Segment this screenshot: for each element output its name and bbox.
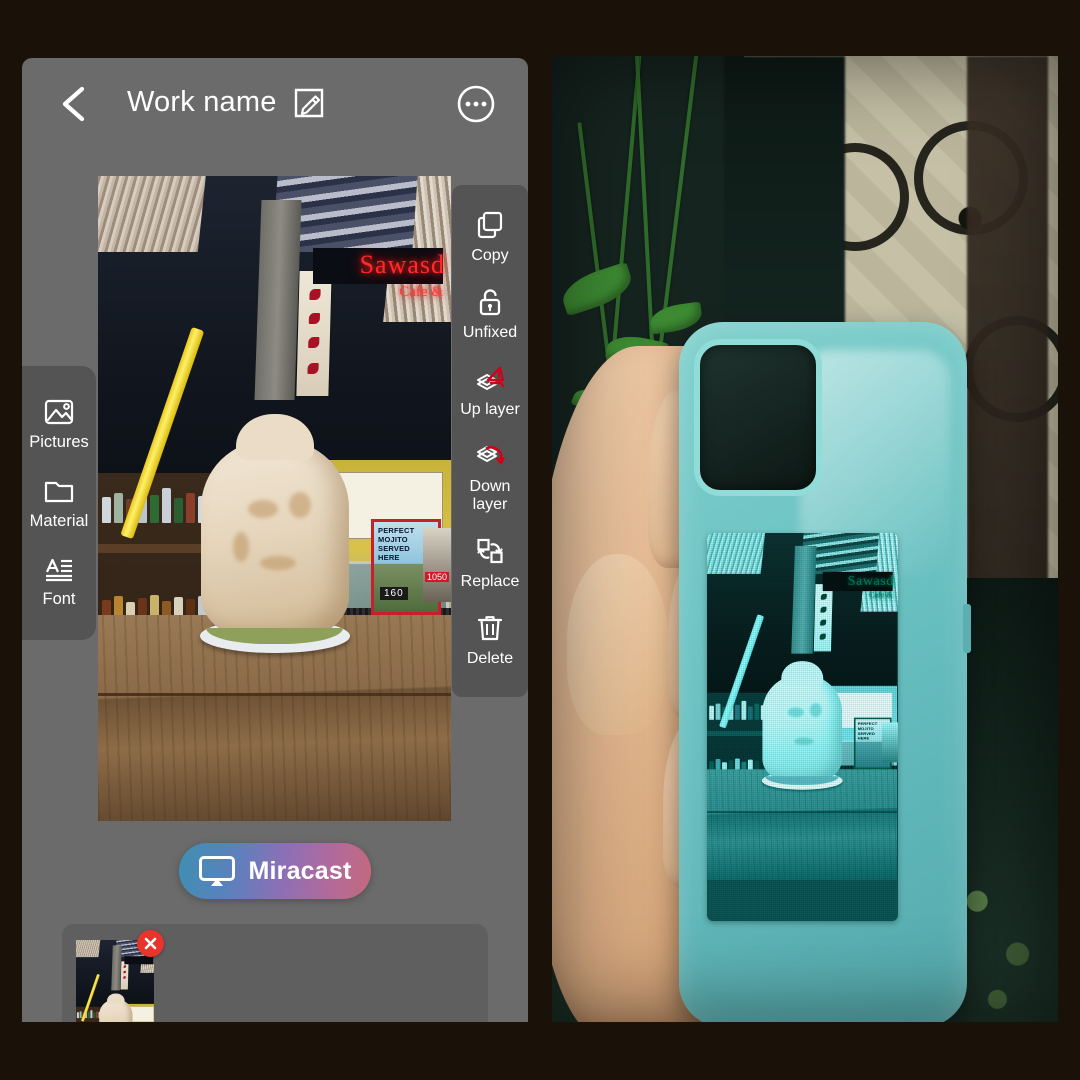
tool-rail: Pictures Material Font xyxy=(22,366,96,640)
text-font-icon xyxy=(46,558,72,582)
thumbnail-delete-button[interactable] xyxy=(137,930,164,957)
editor-panel: Work name Sawasd Cafe & PERFECT MOJITO S… xyxy=(22,58,528,1022)
more-options-icon[interactable] xyxy=(456,84,496,124)
toolbar-item-label: Replace xyxy=(460,573,520,590)
neon-sign-line1: Sawasd xyxy=(359,250,445,279)
trash-icon xyxy=(477,616,503,641)
close-x-icon xyxy=(144,937,157,950)
phone-case: Sawasd Cafe & xyxy=(678,321,972,1022)
camera-cutout xyxy=(694,339,822,496)
miracast-button[interactable]: Miracast xyxy=(179,843,371,899)
edit-pencil-icon[interactable] xyxy=(293,87,325,119)
toolbar-item-label: Down layer xyxy=(469,478,511,513)
toolbar-item-label: Unfixed xyxy=(462,324,518,341)
photo-scene-bar: Sawasd Cafe & PERFECT MOJITO SERVED HERE… xyxy=(98,176,451,821)
thumbnail-tray xyxy=(62,924,488,1022)
toolbar-item-label: Delete xyxy=(466,650,514,667)
sidebar-item-label: Pictures xyxy=(29,433,89,451)
screenshot-stage: Work name Sawasd Cafe & PERFECT MOJITO S… xyxy=(0,0,1080,1080)
sidebar-item-font[interactable]: Font xyxy=(22,541,96,620)
miracast-label: Miracast xyxy=(248,856,352,885)
toolbar-item-label: Copy xyxy=(471,247,509,264)
image-icon xyxy=(44,399,74,425)
work-title-group: Work name xyxy=(127,86,325,119)
product-photo-panel: Sawasd Cafe & xyxy=(552,56,1058,1022)
folder-icon xyxy=(44,481,74,502)
toolbar-item-copy[interactable]: Copy xyxy=(452,199,528,276)
poster-price: 160 xyxy=(380,586,408,600)
back-chevron-icon[interactable] xyxy=(58,84,92,124)
sidebar-item-label: Material xyxy=(29,511,89,530)
cast-screen-icon xyxy=(199,856,236,886)
poster-text: PERFECT MOJITO SERVED HERE xyxy=(378,525,415,562)
toolbar-item-down-layer[interactable]: Down layer xyxy=(452,430,528,525)
toolbar-item-delete[interactable]: Delete xyxy=(452,602,528,679)
context-toolbar: Copy Unfixed Up layer Down layer Replace… xyxy=(452,185,528,697)
poster2-price: 1050 xyxy=(425,571,450,582)
secondary-poster: 1050 xyxy=(423,527,451,602)
sidebar-item-pictures[interactable]: Pictures xyxy=(22,384,96,463)
editor-header: Work name xyxy=(22,58,528,150)
unlock-icon xyxy=(479,289,501,316)
layer-down-icon xyxy=(477,446,505,465)
neon-sign-line2: Cafe & xyxy=(399,284,443,300)
sidebar-item-label: Font xyxy=(42,590,76,608)
replace-swap-icon xyxy=(477,538,503,564)
page-title: Work name xyxy=(127,86,277,118)
toolbar-item-label: Up layer xyxy=(460,401,520,418)
printed-photo: Sawasd Cafe & xyxy=(707,533,898,922)
layer-up-icon xyxy=(477,366,505,390)
toolbar-item-up-layer[interactable]: Up layer xyxy=(452,353,528,430)
coconut-drink xyxy=(200,440,349,645)
canvas-photo[interactable]: Sawasd Cafe & PERFECT MOJITO SERVED HERE… xyxy=(98,176,451,821)
toolbar-item-unfixed[interactable]: Unfixed xyxy=(452,276,528,353)
copy-icon xyxy=(477,211,503,239)
sidebar-item-material[interactable]: Material xyxy=(22,463,96,542)
toolbar-item-replace[interactable]: Replace xyxy=(452,525,528,602)
